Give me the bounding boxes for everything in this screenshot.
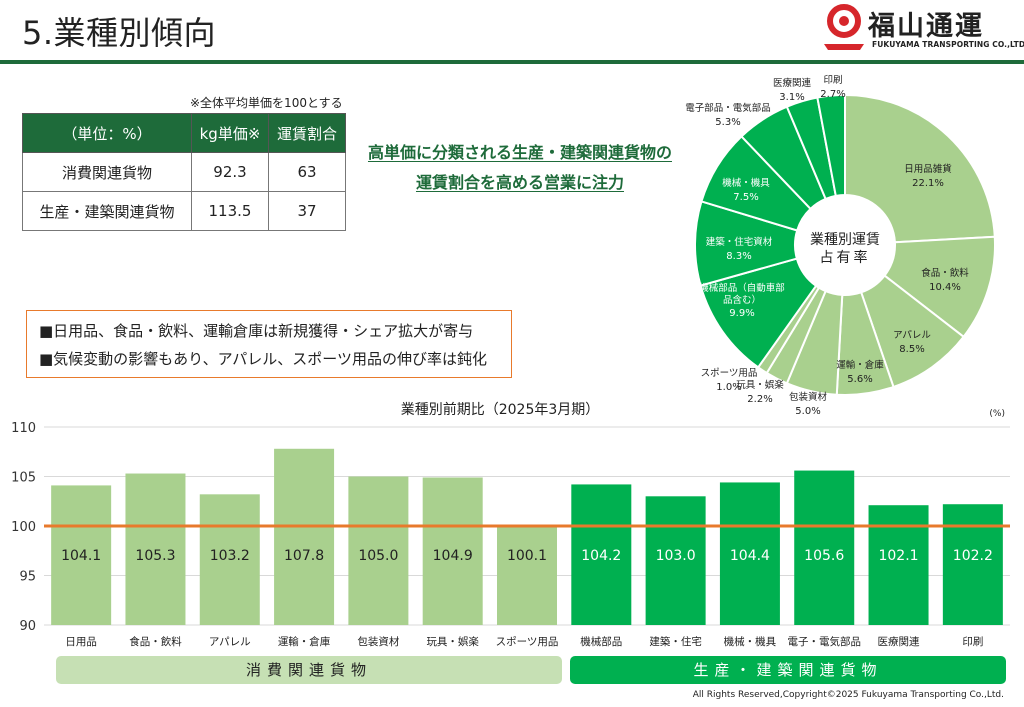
bar-chart-title: 業種別前期比（2025年3月期） [401, 401, 600, 418]
y-tick-label: 110 [11, 421, 36, 436]
bar-value-label: 104.9 [433, 548, 473, 564]
x-tick-label: アパレル [209, 636, 251, 648]
bar-value-label: 105.6 [804, 548, 844, 564]
x-tick-label: 運輸・倉庫 [278, 635, 331, 648]
y-tick-label: 90 [19, 619, 36, 634]
industrial-group-label: 生産・建築関連貨物 [570, 656, 1006, 684]
bar-value-label: 103.2 [210, 548, 250, 564]
bar-value-label: 100.1 [507, 548, 547, 564]
bar-value-label: 105.3 [135, 548, 175, 564]
x-tick-label: 印刷 [962, 635, 983, 648]
x-tick-label: スポーツ用品 [496, 636, 559, 648]
bar-value-label: 104.2 [581, 548, 621, 564]
x-tick-label: 医療関連 [878, 635, 920, 648]
bar [942, 504, 1003, 625]
x-tick-label: 日用品 [65, 636, 97, 648]
bar [274, 448, 335, 625]
bar-value-label: 102.2 [953, 548, 993, 564]
x-tick-label: 食品・飲料 [129, 635, 182, 648]
y-tick-label: 95 [19, 570, 36, 585]
x-tick-label: 建築・住宅 [649, 635, 702, 648]
bar-value-label: 104.1 [61, 548, 101, 564]
y-tick-label: 105 [11, 471, 36, 486]
consumer-group-label: 消費関連貨物 [56, 656, 562, 684]
x-tick-label: 包装資材 [357, 635, 399, 648]
y-tick-label: 100 [11, 520, 36, 535]
bar-value-label: 105.0 [358, 548, 398, 564]
x-tick-label: 機械・機具 [724, 635, 777, 648]
copyright: All Rights Reserved,Copyright©2025 Fukuy… [692, 690, 1004, 700]
bar [497, 525, 557, 625]
bar-value-label: 103.0 [656, 548, 696, 564]
bar [868, 505, 929, 625]
bar-value-label: 104.4 [730, 548, 770, 564]
x-tick-label: 玩具・娯楽 [426, 635, 479, 648]
bar-value-label: 102.1 [878, 548, 918, 564]
bar-chart: 業種別前期比（2025年3月期） (%) 90 95 100 105 110 104.1… [11, 401, 1010, 648]
bar-value-label: 107.8 [284, 548, 324, 564]
x-tick-label: 機械部品 [580, 635, 622, 648]
bar-chart-unit: (%) [989, 409, 1005, 419]
x-tick-label: 電子・電気部品 [787, 635, 861, 648]
